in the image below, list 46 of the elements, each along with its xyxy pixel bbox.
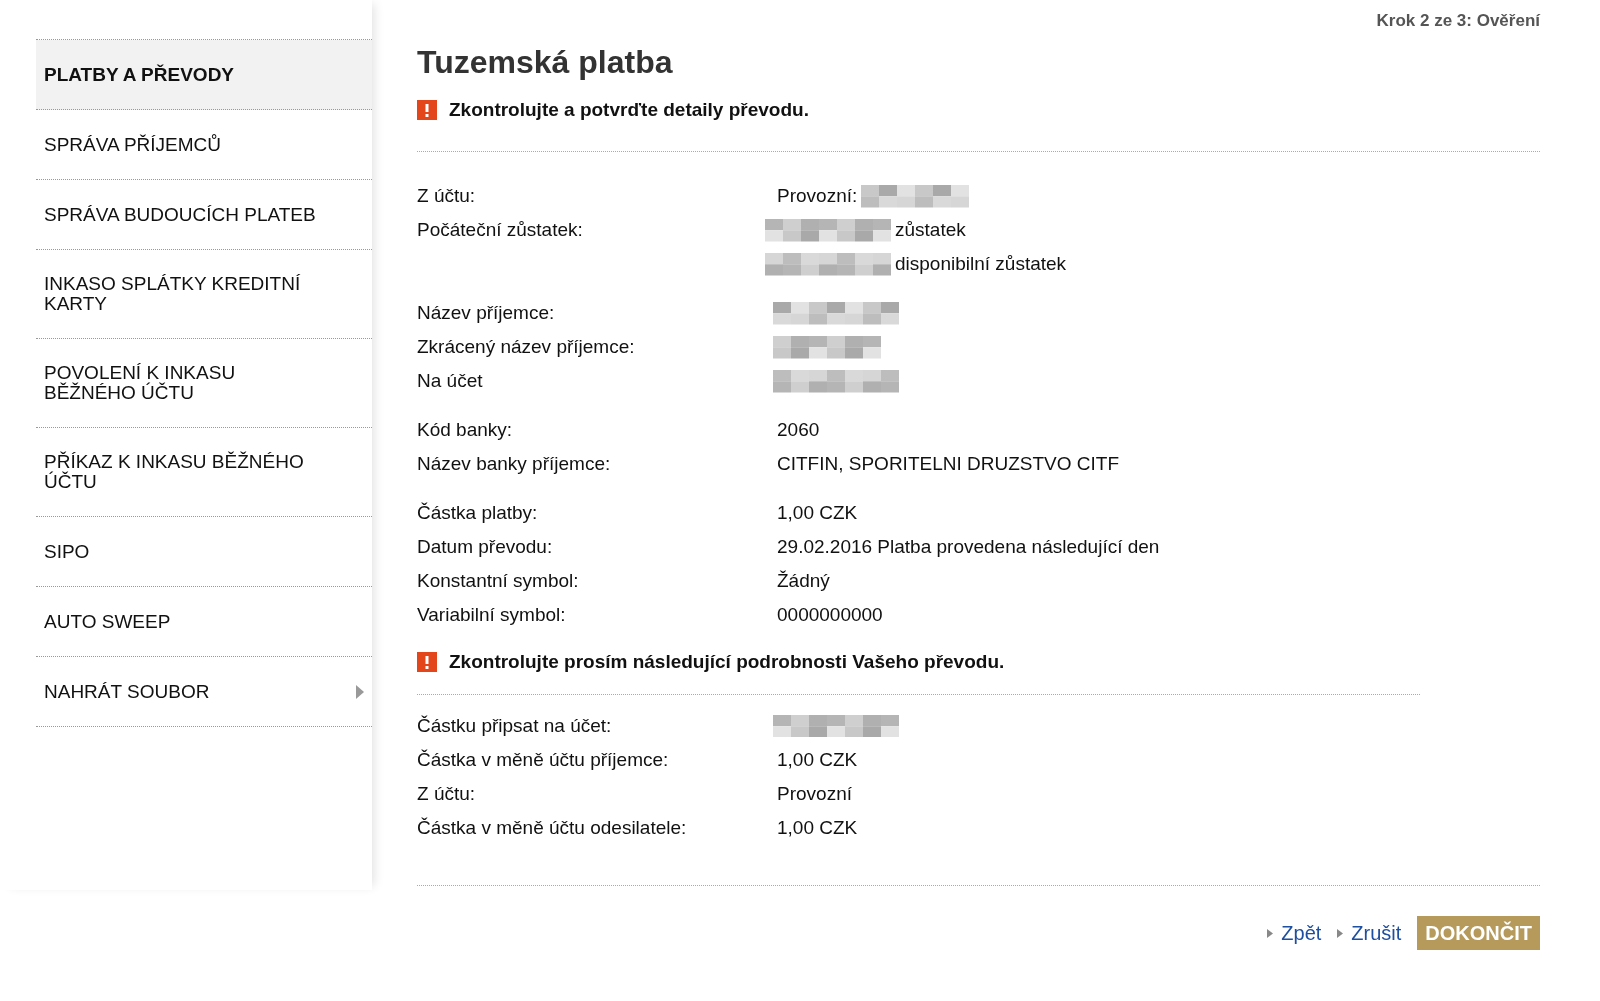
field-value: 29.02.2016 Platba provedena následující den — [777, 535, 1160, 560]
nav-link[interactable]: Zrušit — [1337, 918, 1402, 948]
warning-icon — [417, 100, 437, 121]
arrow-icon — [1267, 928, 1274, 938]
field-value: 2060 — [777, 418, 820, 443]
field-label: Částku připsat na účet: — [417, 714, 612, 736]
field-label: Název příjemce: — [417, 302, 555, 324]
field-value: 1,00 CZK — [777, 815, 858, 840]
field-label: Název banky příjemce: — [417, 453, 611, 475]
arrow-icon — [1337, 928, 1344, 938]
field-value: 1,00 CZK — [777, 501, 858, 526]
field-value: zůstatek — [895, 218, 966, 243]
field-value: 0000000000 — [777, 603, 883, 628]
sidebar-item[interactable]: SIPO — [36, 517, 372, 587]
field-label: Počáteční zůstatek: — [417, 219, 583, 241]
field-label: Částka platby: — [417, 502, 538, 524]
sidebar-item[interactable]: INKASO SPLÁTKY KREDITNÍ KARTY — [36, 250, 372, 339]
field-label: Zkrácený název příjemce: — [417, 336, 635, 358]
sidebar-item[interactable]: SPRÁVA PŘÍJEMCŮ — [36, 110, 372, 180]
sidebar-item[interactable]: AUTO SWEEP — [36, 587, 372, 657]
field-label: Datum převodu: — [417, 536, 553, 558]
field-label: Konstantní symbol: — [417, 570, 579, 592]
alert-message: Zkontrolujte prosím následující podrobnosti Vašeho převodu. — [449, 649, 1005, 674]
field-label: Variabilní symbol: — [417, 604, 566, 626]
field-value: Provozní: — [777, 184, 858, 209]
nav-link[interactable]: Zpět — [1267, 918, 1322, 948]
field-value: Provozní — [777, 781, 852, 806]
field-label: Částka v měně účtu příjemce: — [417, 748, 669, 770]
sidebar-item[interactable]: SPRÁVA BUDOUCÍCH PLATEB — [36, 180, 372, 250]
field-label: Z účtu: — [417, 782, 476, 804]
field-label: Na účet — [417, 370, 483, 392]
page-title: Tuzemská platba — [417, 43, 674, 82]
sidebar-item[interactable]: PŘÍKAZ K INKASU BĚŽNÉHO ÚČTU — [36, 428, 372, 517]
step-indicator: Krok 2 ze 3: Ověření — [1376, 10, 1540, 32]
field-label: Kód banky: — [417, 419, 513, 441]
field-value: Žádný — [777, 569, 830, 594]
sidebar-item[interactable]: NAHRÁT SOUBOR — [36, 657, 372, 727]
field-value: disponibilní zůstatek — [895, 252, 1067, 277]
field-label: Částka v měně účtu odesilatele: — [417, 816, 687, 838]
warning-icon — [417, 651, 437, 672]
field-value: 1,00 CZK — [777, 747, 858, 772]
field-value: CITFIN, SPORITELNI DRUZSTVO CITF — [777, 452, 1119, 477]
sidebar-item[interactable]: PLATBY A PŘEVODY — [36, 40, 372, 110]
field-label: Z účtu: — [417, 185, 476, 207]
sidebar-item[interactable]: POVOLENÍ K INKASU BĚŽNÉHO ÚČTU — [36, 339, 372, 428]
alert-message: Zkontrolujte a potvrďte detaily převodu. — [449, 98, 809, 122]
